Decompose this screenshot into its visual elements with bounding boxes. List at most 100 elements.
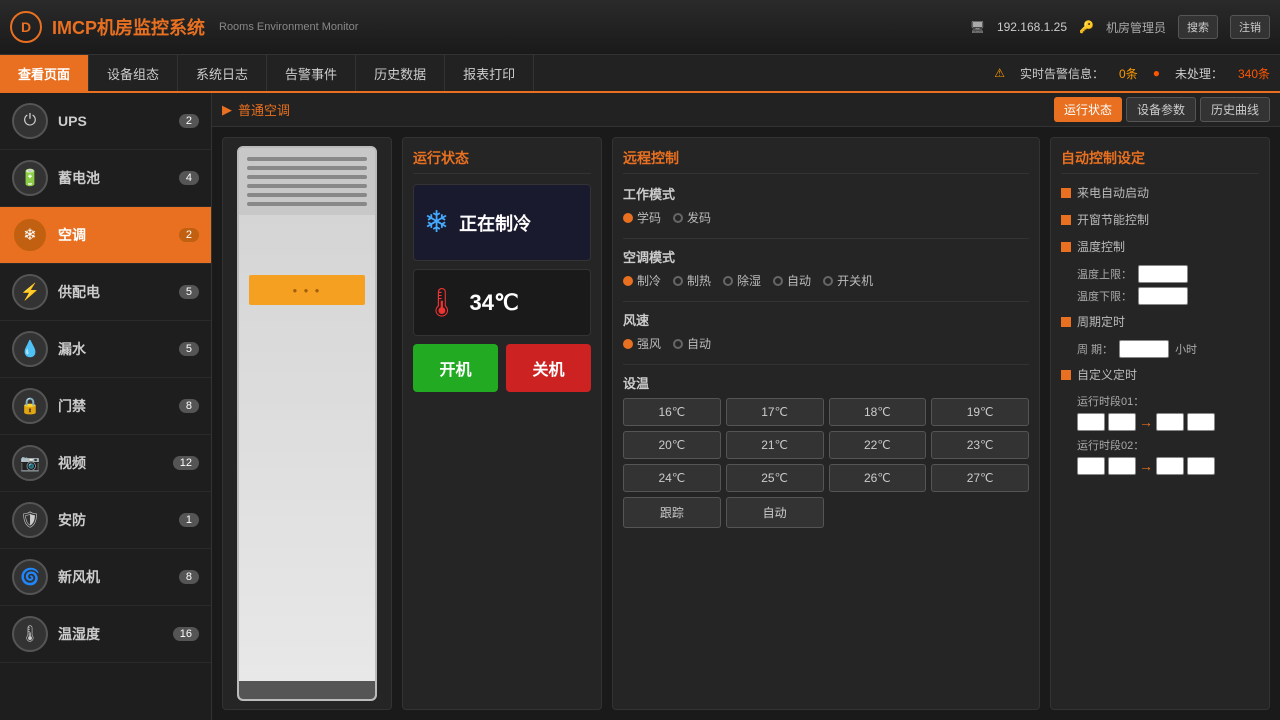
cycle-input[interactable]: [1119, 340, 1169, 358]
time01-h1[interactable]: [1077, 413, 1105, 431]
btn-device-params[interactable]: 设备参数: [1126, 97, 1196, 122]
sidebar-item-water[interactable]: 💧 漏水 5: [0, 321, 211, 378]
ac-mode-option-3[interactable]: 自动: [773, 272, 811, 289]
sidebar-item-fan[interactable]: 🌀 新风机 8: [0, 549, 211, 606]
auto-option-custom[interactable]: 自定义定时: [1061, 366, 1259, 383]
auto-option-cycle[interactable]: 周期定时: [1061, 313, 1259, 330]
remote-panel-title: 远程控制: [623, 148, 1029, 174]
breadcrumb: 普通空调: [238, 100, 290, 119]
content-area: ▶ 普通空调 运行状态 设备参数 历史曲线: [212, 93, 1280, 720]
power-label: 供配电: [58, 282, 169, 302]
thermometer-icon: 🌡: [424, 286, 460, 319]
water-icon: 💧: [12, 331, 48, 367]
sidebar-item-video[interactable]: 📷 视频 12: [0, 435, 211, 492]
ac-display-text: ● ● ●: [293, 286, 322, 295]
auto-option-temp[interactable]: 温度控制: [1061, 238, 1259, 255]
temp-btn-1[interactable]: 17℃: [726, 398, 824, 426]
work-mode-option-0[interactable]: 学码: [623, 209, 661, 226]
ac-diagram-panel: ● ● ●: [222, 137, 392, 710]
ac-mode-option-1[interactable]: 制热: [673, 272, 711, 289]
sidebar-item-door[interactable]: 🔒 门禁 8: [0, 378, 211, 435]
vent-line-6: [247, 202, 367, 206]
fan-option-1[interactable]: 自动: [673, 335, 711, 352]
ac-mode-option-4[interactable]: 开关机: [823, 272, 873, 289]
temp-btn-10[interactable]: 26℃: [829, 464, 927, 492]
time02-m1[interactable]: [1108, 457, 1136, 475]
temp-lower-input[interactable]: [1138, 287, 1188, 305]
temp-btn-2[interactable]: 18℃: [829, 398, 927, 426]
sidebar-item-power[interactable]: ⚡ 供配电 5: [0, 264, 211, 321]
header-right: 🖥 192.168.1.25 🔑 机房管理员 搜索 注销: [970, 15, 1270, 39]
temperature-value: 34℃: [470, 290, 519, 316]
water-badge: 5: [179, 342, 199, 356]
sidebar-item-security[interactable]: 🛡 安防 1: [0, 492, 211, 549]
time01-m1[interactable]: [1108, 413, 1136, 431]
temp-btn-6[interactable]: 22℃: [829, 431, 927, 459]
checkbox-1: [1061, 215, 1071, 225]
time02-h2[interactable]: [1156, 457, 1184, 475]
vent-line-4: [247, 184, 367, 188]
navbar-alert-info: ⚠ 实时告警信息： 0条 ● 未处理： 340条: [994, 55, 1280, 91]
temp-btn-9[interactable]: 25℃: [726, 464, 824, 492]
btn-running-status[interactable]: 运行状态: [1054, 97, 1122, 122]
breadcrumb-arrow: ▶: [222, 102, 232, 118]
fan-option-0[interactable]: 强风: [623, 335, 661, 352]
ac-radio-3: [773, 276, 783, 286]
logo-text: D: [21, 19, 31, 35]
search-button[interactable]: 搜索: [1178, 15, 1218, 39]
nav-item-alerts[interactable]: 告警事件: [267, 55, 356, 91]
nav-item-view[interactable]: 查看页面: [0, 55, 89, 91]
temp-btn-7[interactable]: 23℃: [931, 431, 1029, 459]
auto-option-1[interactable]: 开窗节能控制: [1061, 211, 1259, 228]
vent-line-2: [247, 166, 367, 170]
video-badge: 12: [173, 456, 199, 470]
temp-btn-0[interactable]: 16℃: [623, 398, 721, 426]
temp-btn-3[interactable]: 19℃: [931, 398, 1029, 426]
divider-1: [623, 238, 1029, 239]
auto-option-0[interactable]: 来电自动启动: [1061, 184, 1259, 201]
temp-btn-4[interactable]: 20℃: [623, 431, 721, 459]
ac-mode-option-2[interactable]: 除湿: [723, 272, 761, 289]
nav-item-syslog[interactable]: 系统日志: [178, 55, 267, 91]
ac-body: ● ● ●: [239, 215, 375, 681]
temp-btn-11[interactable]: 27℃: [931, 464, 1029, 492]
key-icon: 🔑: [1079, 20, 1094, 34]
temp-btn-13[interactable]: 自动: [726, 497, 824, 528]
time01-m2[interactable]: [1187, 413, 1215, 431]
temphum-label: 温湿度: [58, 624, 163, 644]
cycle-sub: 周 期： 小时: [1061, 340, 1259, 358]
alert-icon: ⚠: [994, 66, 1005, 80]
nav-item-history[interactable]: 历史数据: [356, 55, 445, 91]
temp-btn-8[interactable]: 24℃: [623, 464, 721, 492]
ac-mode-option-0[interactable]: 制冷: [623, 272, 661, 289]
auto-control-panel: 自动控制设定 来电自动启动 开窗节能控制 温度控制 温度上限：: [1050, 137, 1270, 710]
ups-icon: ⏻: [12, 103, 48, 139]
unhandled-label: 未处理：: [1175, 65, 1223, 82]
power-on-button[interactable]: 开机: [413, 344, 498, 392]
nav-item-device[interactable]: 设备组态: [89, 55, 178, 91]
logout-button[interactable]: 注销: [1230, 15, 1270, 39]
temp-upper-input[interactable]: [1138, 265, 1188, 283]
ac-radio-2: [723, 276, 733, 286]
manager-label: 机房管理员: [1106, 19, 1166, 36]
fan-radio-1: [673, 339, 683, 349]
sidebar-item-temp[interactable]: 🌡 温湿度 16: [0, 606, 211, 663]
ac-mode-radio-row: 制冷 制热 除湿 自动: [623, 272, 1029, 289]
temp-btn-5[interactable]: 21℃: [726, 431, 824, 459]
sidebar-item-ac[interactable]: ❄ 空调 2: [0, 207, 211, 264]
btn-history-curve[interactable]: 历史曲线: [1200, 97, 1270, 122]
sidebar-item-battery[interactable]: 🔋 蓄电池 4: [0, 150, 211, 207]
time02-h1[interactable]: [1077, 457, 1105, 475]
power-off-button[interactable]: 关机: [506, 344, 591, 392]
temp-button-grid: 16℃ 17℃ 18℃ 19℃ 20℃ 21℃ 22℃ 23℃ 24℃ 25℃ …: [623, 398, 1029, 528]
temp-btn-12[interactable]: 跟踪: [623, 497, 721, 528]
sidebar-item-ups[interactable]: ⏻ UPS 2: [0, 93, 211, 150]
time01-h2[interactable]: [1156, 413, 1184, 431]
security-label: 安防: [58, 510, 169, 530]
time02-m2[interactable]: [1187, 457, 1215, 475]
work-mode-option-1[interactable]: 发码: [673, 209, 711, 226]
content-toolbar: ▶ 普通空调 运行状态 设备参数 历史曲线: [212, 93, 1280, 127]
temp-set-title: 设温: [623, 373, 1029, 392]
checkbox-custom: [1061, 370, 1071, 380]
nav-item-report[interactable]: 报表打印: [445, 55, 534, 91]
